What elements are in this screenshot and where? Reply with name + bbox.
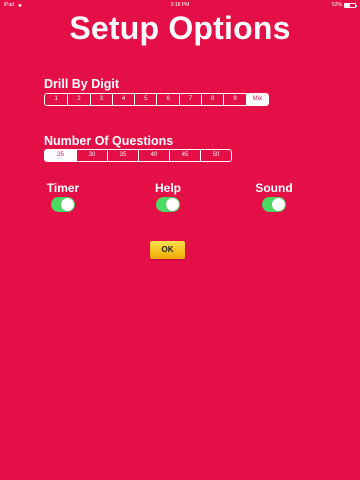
help-label: Help (154, 181, 181, 195)
number-of-questions-segmented-control: 25 30 35 40 45 50 (44, 149, 232, 162)
question-count-option[interactable]: 50 (200, 150, 231, 161)
digit-option[interactable]: 9 (223, 94, 245, 105)
digit-option[interactable]: 8 (201, 94, 223, 105)
battery-percent: 52% (331, 2, 342, 8)
digit-option[interactable]: 6 (156, 94, 178, 105)
help-switch[interactable] (156, 197, 180, 212)
drill-by-digit-label: Drill By Digit (44, 77, 120, 91)
digit-option[interactable]: 5 (134, 94, 156, 105)
question-count-option[interactable]: 40 (138, 150, 169, 161)
drill-by-digit-segmented-control: 1 2 3 4 5 6 7 8 9 Mix (44, 93, 269, 106)
status-time: 5:18 PM (170, 2, 190, 8)
question-count-option[interactable]: 25 (45, 150, 76, 161)
sound-group: Sound (254, 181, 294, 212)
sound-label: Sound (255, 181, 293, 195)
timer-group: Timer (44, 181, 82, 212)
status-bar: iPad 5:18 PM 52% (0, 0, 360, 10)
timer-switch[interactable] (51, 197, 75, 212)
question-count-option[interactable]: 45 (169, 150, 200, 161)
timer-label: Timer (46, 181, 80, 195)
number-of-questions-label: Number Of Questions (44, 134, 174, 148)
digit-option[interactable]: Mix (245, 94, 268, 105)
digit-option[interactable]: 1 (45, 94, 67, 105)
switch-knob (61, 198, 74, 211)
page-title: Setup Options (69, 10, 291, 46)
switch-knob (166, 198, 179, 211)
ok-button[interactable]: OK (150, 241, 185, 259)
sound-switch[interactable] (262, 197, 286, 212)
switch-knob (272, 198, 285, 211)
help-group: Help (148, 181, 188, 212)
digit-option[interactable]: 4 (111, 94, 134, 105)
battery-icon (344, 2, 357, 8)
question-count-option[interactable]: 30 (76, 150, 107, 161)
question-count-option[interactable]: 35 (107, 150, 138, 161)
status-right: 52% (331, 0, 357, 10)
battery-level (345, 3, 351, 7)
digit-option[interactable]: 3 (89, 94, 112, 105)
digit-option[interactable]: 7 (178, 94, 201, 105)
digit-option[interactable]: 2 (67, 94, 89, 105)
